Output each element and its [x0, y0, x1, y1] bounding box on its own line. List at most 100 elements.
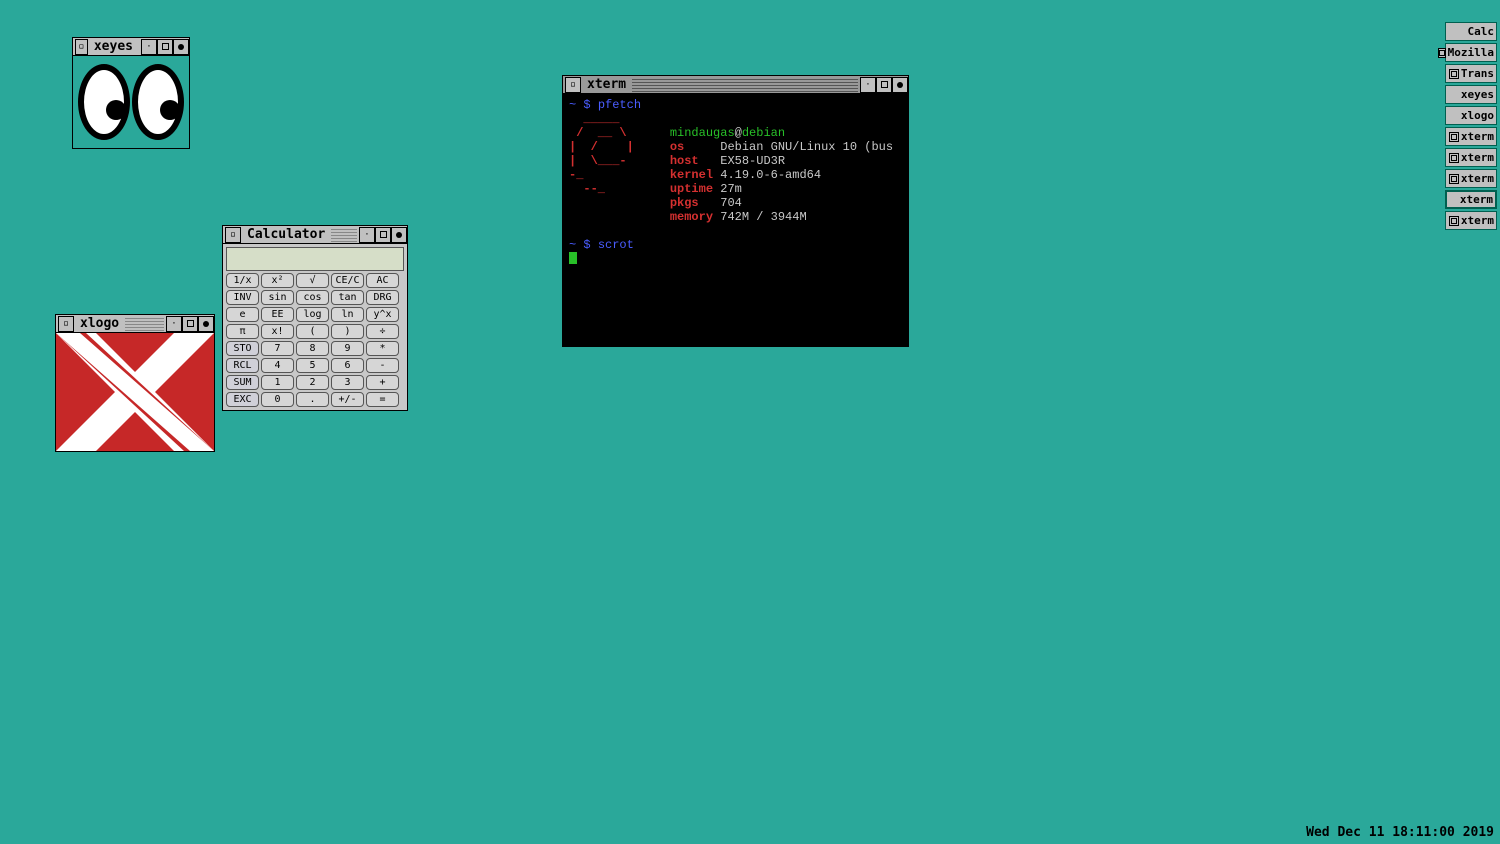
calc-key-ee[interactable]: EE	[261, 307, 294, 322]
minimize-button[interactable]: ·	[141, 39, 157, 55]
task-calc[interactable]: Calc	[1445, 22, 1497, 41]
task-icon	[1449, 132, 1459, 142]
xterm-titlebar[interactable]: ▫ xterm ·	[563, 76, 908, 94]
window-menu-icon[interactable]: ▫	[565, 77, 581, 93]
task-label: xterm	[1461, 151, 1494, 164]
calc-key-[interactable]: =	[366, 392, 399, 407]
xterm-terminal[interactable]: ~ $ pfetch _____ / __ \ mindaugas@debian…	[563, 94, 908, 346]
xterm-window[interactable]: ▫ xterm · ~ $ pfetch _____ / __ \ mindau…	[562, 75, 909, 347]
calc-key-[interactable]: +/-	[331, 392, 364, 407]
calc-key-7[interactable]: 7	[261, 341, 294, 356]
calc-key-[interactable]: (	[296, 324, 329, 339]
calc-key-[interactable]: *	[366, 341, 399, 356]
calc-key-0[interactable]: 0	[261, 392, 294, 407]
calc-key-ac[interactable]: AC	[366, 273, 399, 288]
eye-right	[132, 64, 184, 140]
task-label: Trans	[1461, 67, 1494, 80]
minimize-button[interactable]: ·	[359, 227, 375, 243]
calc-key-x[interactable]: x!	[261, 324, 294, 339]
task-list: Calc Mozilla Trans xeyes xlogo xterm xterm xter…	[1445, 22, 1497, 230]
task-label: Calc	[1468, 25, 1495, 38]
maximize-button[interactable]	[182, 316, 198, 332]
eye-left	[78, 64, 130, 140]
task-mozilla[interactable]: Mozilla	[1445, 43, 1497, 62]
window-menu-icon[interactable]: ▫	[225, 227, 241, 243]
pupil-right	[160, 100, 180, 120]
calc-key-[interactable]: +	[366, 375, 399, 390]
minimize-button[interactable]: ·	[860, 77, 876, 93]
calc-key-8[interactable]: 8	[296, 341, 329, 356]
task-icon	[1449, 216, 1459, 226]
calc-key-[interactable]: .	[296, 392, 329, 407]
task-xterm[interactable]: xterm	[1445, 211, 1497, 230]
calc-key-cec[interactable]: CE/C	[331, 273, 364, 288]
calc-key-2[interactable]: 2	[296, 375, 329, 390]
calc-key-5[interactable]: 5	[296, 358, 329, 373]
maximize-button[interactable]	[375, 227, 391, 243]
task-icon	[1449, 69, 1459, 79]
calculator-body: 1/xx²√CE/CAC INVsincostanDRG eEEloglny^x πx…	[223, 244, 407, 410]
close-button[interactable]	[391, 227, 407, 243]
task-label: xterm	[1461, 172, 1494, 185]
task-xterm[interactable]: xterm	[1445, 148, 1497, 167]
task-icon	[1449, 153, 1459, 163]
calc-key-1x[interactable]: 1/x	[226, 273, 259, 288]
calculator-window[interactable]: ▫ Calculator · 1/xx²√CE/CAC INVsincostanD…	[222, 225, 408, 411]
task-trans[interactable]: Trans	[1445, 64, 1497, 83]
task-xlogo[interactable]: xlogo	[1445, 106, 1497, 125]
calculator-display	[226, 247, 404, 271]
calc-key-9[interactable]: 9	[331, 341, 364, 356]
window-menu-icon[interactable]: ▫	[58, 316, 74, 332]
calc-key-yx[interactable]: y^x	[366, 307, 399, 322]
maximize-button[interactable]	[157, 39, 173, 55]
calc-key-inv[interactable]: INV	[226, 290, 259, 305]
xlogo-title: xlogo	[76, 316, 123, 331]
xeyes-window[interactable]: ▫ xeyes ·	[72, 37, 190, 149]
calc-key-6[interactable]: 6	[331, 358, 364, 373]
calc-key-sto[interactable]: STO	[226, 341, 259, 356]
calc-key-cos[interactable]: cos	[296, 290, 329, 305]
task-label: xeyes	[1461, 88, 1494, 101]
calc-key-ln[interactable]: ln	[331, 307, 364, 322]
pupil-left	[106, 100, 126, 120]
close-button[interactable]	[892, 77, 908, 93]
maximize-button[interactable]	[876, 77, 892, 93]
task-icon	[1438, 48, 1446, 58]
window-menu-icon[interactable]: ▫	[75, 39, 88, 55]
task-xterm[interactable]: xterm	[1445, 190, 1497, 209]
calc-key-4[interactable]: 4	[261, 358, 294, 373]
minimize-button[interactable]: ·	[166, 316, 182, 332]
xeyes-body	[73, 56, 189, 148]
task-xterm[interactable]: xterm	[1445, 127, 1497, 146]
xterm-title: xterm	[583, 77, 630, 92]
close-button[interactable]	[198, 316, 214, 332]
calc-key-[interactable]: ÷	[366, 324, 399, 339]
calc-key-sin[interactable]: sin	[261, 290, 294, 305]
task-label: xterm	[1460, 193, 1493, 206]
calc-key-rcl[interactable]: RCL	[226, 358, 259, 373]
xlogo-window[interactable]: ▫ xlogo ·	[55, 314, 215, 452]
xeyes-titlebar[interactable]: ▫ xeyes ·	[73, 38, 189, 56]
calc-key-tan[interactable]: tan	[331, 290, 364, 305]
xlogo-titlebar[interactable]: ▫ xlogo ·	[56, 315, 214, 333]
calc-key-3[interactable]: 3	[331, 375, 364, 390]
clock: Wed Dec 11 18:11:00 2019	[1306, 825, 1494, 840]
calc-key-[interactable]: -	[366, 358, 399, 373]
calc-key-[interactable]: )	[331, 324, 364, 339]
calc-key-drg[interactable]: DRG	[366, 290, 399, 305]
calculator-titlebar[interactable]: ▫ Calculator ·	[223, 226, 407, 244]
calc-key-x[interactable]: x²	[261, 273, 294, 288]
calc-key-[interactable]: π	[226, 324, 259, 339]
xlogo-body	[56, 333, 214, 451]
calc-key-exc[interactable]: EXC	[226, 392, 259, 407]
calc-key-log[interactable]: log	[296, 307, 329, 322]
task-xterm[interactable]: xterm	[1445, 169, 1497, 188]
xlogo-icon	[56, 333, 214, 451]
task-xeyes[interactable]: xeyes	[1445, 85, 1497, 104]
calc-key-1[interactable]: 1	[261, 375, 294, 390]
calc-key-e[interactable]: e	[226, 307, 259, 322]
calc-key-[interactable]: √	[296, 273, 329, 288]
task-label: Mozilla	[1448, 46, 1494, 59]
close-button[interactable]	[173, 39, 189, 55]
calc-key-sum[interactable]: SUM	[226, 375, 259, 390]
